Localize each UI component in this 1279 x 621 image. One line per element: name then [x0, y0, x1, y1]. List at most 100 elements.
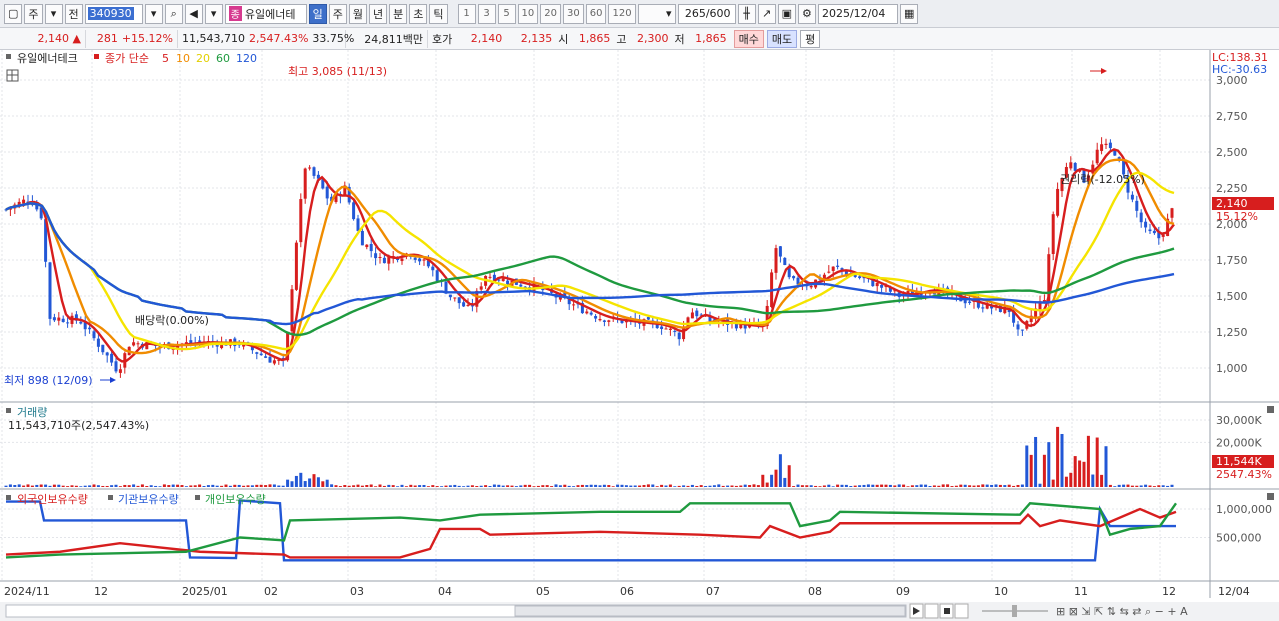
volume-bar — [233, 484, 237, 487]
volume-bar — [237, 484, 241, 487]
ma-5-label: 5 — [162, 52, 169, 65]
price-panel — [4, 137, 1175, 378]
eval-button[interactable]: 평 — [800, 29, 821, 48]
volume-bar — [321, 481, 325, 487]
candle-body — [198, 340, 202, 342]
legend-marker-icon — [6, 408, 11, 413]
volume-bar — [440, 486, 444, 487]
period-minute-button[interactable]: 분 — [389, 3, 408, 24]
high-annotation: 최고 3,085 (11/13) — [288, 65, 387, 78]
speaker-dropdown-icon[interactable]: ▾ — [204, 3, 223, 24]
stock-chart[interactable]: 유일에너테크 종가 단순 5 10 20 60 120 LC:138.31 HC… — [0, 50, 1279, 621]
volume-bar — [198, 484, 202, 487]
volume-bar — [396, 486, 400, 487]
volume-bar — [884, 484, 888, 487]
volume-bar — [202, 486, 206, 487]
volume-bar — [642, 484, 646, 487]
interval-1-button[interactable]: 1 — [457, 3, 476, 24]
calendar-icon[interactable]: ▦ — [899, 3, 919, 24]
period-year-button[interactable]: 년 — [369, 3, 388, 24]
volume-bar — [114, 484, 118, 487]
candle-body — [92, 331, 96, 339]
candle-type-icon[interactable]: ╫ — [737, 3, 756, 24]
dropdown-icon[interactable]: ▾ — [44, 3, 63, 24]
prev-button[interactable]: 전 — [64, 3, 83, 24]
scroll-thumb[interactable] — [514, 605, 906, 617]
volume-bar — [1091, 474, 1095, 487]
volume-bar — [519, 485, 523, 487]
rewind-icon[interactable] — [924, 603, 939, 619]
market-select[interactable]: 주 — [24, 3, 43, 24]
volume-bar — [1095, 437, 1099, 487]
date-field[interactable]: 2025/12/04 — [817, 3, 898, 24]
candle-body — [822, 274, 826, 279]
period-week-button[interactable]: 주 — [328, 3, 347, 24]
volume-bar — [1139, 485, 1143, 487]
holding-tick-label: 500,000 — [1216, 532, 1262, 545]
data-count-field[interactable]: 265/600 — [677, 3, 736, 24]
volume-bar — [981, 484, 985, 487]
volume-bar — [497, 484, 501, 487]
stock-name-field[interactable]: 종 유일에너테 — [224, 3, 307, 24]
legend-marker-icon — [6, 54, 11, 59]
volume-bar — [774, 469, 778, 487]
volume-bar — [22, 485, 26, 487]
volume-bar — [26, 484, 30, 487]
draw-tool-icon[interactable]: ↗ — [757, 3, 776, 24]
candle-body — [1144, 221, 1148, 228]
volume-bar — [294, 475, 298, 487]
window-icon[interactable]: ▢ — [4, 3, 23, 24]
holding-y-axis: 1,000,000 500,000 — [1216, 503, 1272, 545]
interval-10-button[interactable]: 10 — [517, 3, 539, 24]
volume-bar — [651, 484, 655, 487]
volume-value: 11,543,710 — [182, 32, 245, 45]
stock-code-input[interactable]: 340930 — [84, 3, 143, 24]
volume-bar — [1170, 484, 1174, 487]
period-tick-button[interactable]: 틱 — [429, 3, 448, 24]
volume-bar — [1144, 484, 1148, 487]
gear-icon[interactable]: ⚙ — [797, 3, 816, 24]
candle-body — [382, 257, 386, 264]
chart-tool-icons[interactable]: ⊞ ⊠ ⇲ ⇱ ⇅ ⇆ ⇄ ⌕ − + A — [1056, 605, 1188, 618]
period-month-button[interactable]: 월 — [348, 3, 368, 24]
volume-bar — [708, 485, 712, 487]
interval-30-button[interactable]: 30 — [563, 3, 584, 24]
volume-bar — [946, 484, 950, 487]
candle-body — [673, 330, 677, 332]
save-icon[interactable]: ▣ — [777, 3, 796, 24]
interval-20-button[interactable]: 20 — [540, 3, 561, 24]
volume-bar — [1047, 442, 1051, 487]
candle-body — [453, 297, 457, 299]
interval-120-button[interactable]: 120 — [608, 3, 636, 24]
zoom-slider-thumb[interactable] — [1012, 605, 1017, 617]
volume-bar — [369, 484, 373, 487]
interval-60-button[interactable]: 60 — [585, 3, 607, 24]
interval-dropdown[interactable]: ▾ — [637, 3, 676, 24]
ma-120-label: 120 — [236, 52, 257, 65]
forward-icon[interactable] — [954, 603, 969, 619]
volume-bar — [994, 484, 998, 487]
speaker-icon[interactable]: ◀ — [184, 3, 203, 24]
volume-bar — [677, 485, 681, 487]
buy-button[interactable]: 매수 — [733, 29, 764, 48]
volume-title: 거래량 — [17, 406, 47, 419]
panel-close-icon[interactable] — [1267, 406, 1274, 413]
rights-annotation: 권리락(-12.05%) — [1060, 173, 1145, 186]
volume-bar — [765, 482, 769, 487]
interval-5-button[interactable]: 5 — [497, 3, 516, 24]
volume-bar — [875, 484, 879, 487]
legend-marker-icon — [108, 495, 113, 500]
panel-close-icon[interactable] — [1267, 493, 1274, 500]
period-second-button[interactable]: 초 — [409, 3, 428, 24]
x-tick-label: 12 — [1162, 585, 1176, 598]
search-icon[interactable]: ⌕ — [164, 3, 183, 24]
volume-bar — [281, 485, 285, 487]
volume-bar — [770, 474, 774, 487]
volume-bar — [950, 486, 954, 487]
sell-button[interactable]: 매도 — [766, 29, 798, 48]
volume-bar — [180, 485, 184, 487]
interval-3-button[interactable]: 3 — [477, 3, 496, 24]
candle-body — [110, 353, 114, 363]
code-dropdown-icon[interactable]: ▾ — [144, 3, 163, 24]
period-day-button[interactable]: 일 — [308, 3, 327, 24]
